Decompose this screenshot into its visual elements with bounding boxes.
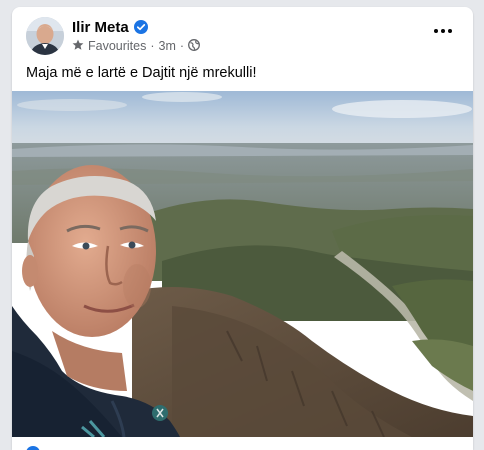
globe-icon[interactable] (188, 38, 201, 54)
avatar[interactable] (26, 17, 64, 55)
post-meta: Favourites · 3m · (72, 38, 201, 54)
meta-separator-2: · (179, 39, 185, 53)
star-icon (72, 39, 84, 54)
post-caption: Maja më e lartë e Dajtit një mrekulli! (26, 65, 257, 81)
audience-label[interactable]: Favourites (88, 39, 146, 53)
post-photo[interactable] (12, 91, 473, 437)
post-footer (12, 437, 473, 450)
news-feed: Ilir Meta Favourites · 3m · Maja më e la… (0, 0, 484, 450)
post-header: Ilir Meta Favourites · 3m · (12, 7, 473, 59)
meta-separator: · (150, 39, 155, 53)
avatar-image (26, 17, 64, 55)
more-options-icon (434, 29, 452, 33)
author-row: Ilir Meta (72, 18, 148, 36)
post-time[interactable]: 3m (159, 39, 176, 53)
post-card: Ilir Meta Favourites · 3m · Maja më e la… (12, 7, 473, 450)
more-options-button[interactable] (431, 25, 455, 37)
verified-badge-icon (133, 20, 148, 34)
author-name[interactable]: Ilir Meta (72, 19, 129, 36)
selfie-landscape-image (12, 91, 473, 437)
